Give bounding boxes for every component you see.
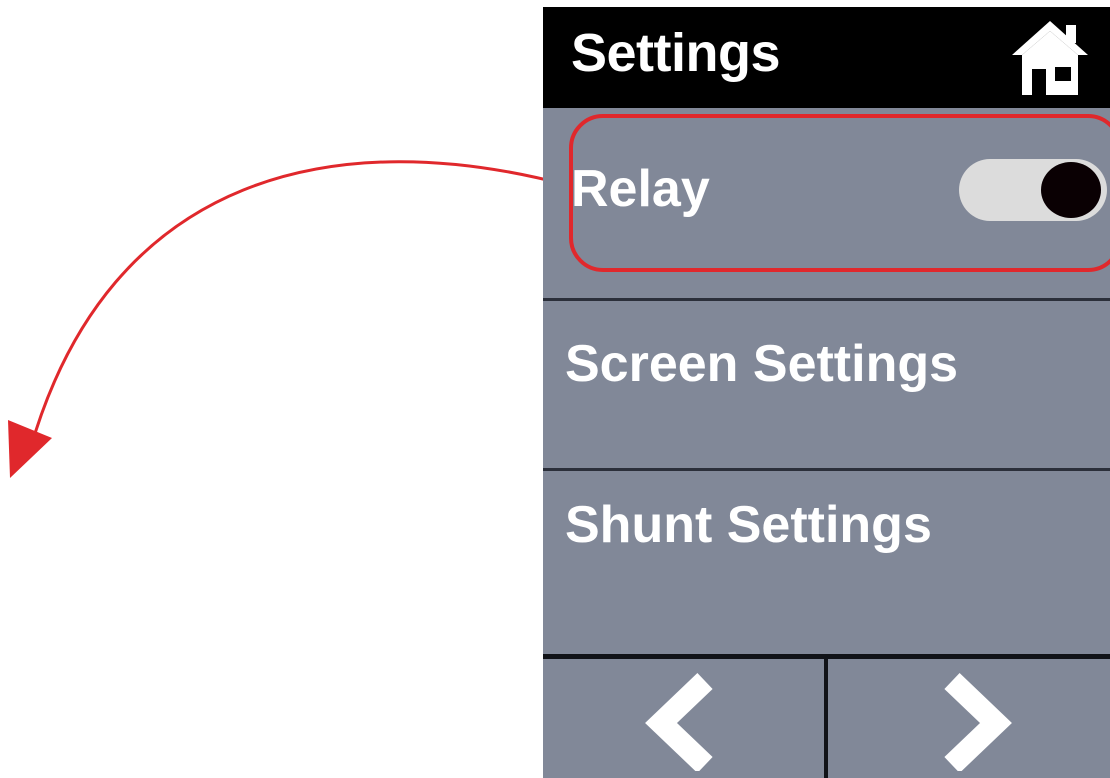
home-icon xyxy=(1012,21,1088,95)
toggle-knob xyxy=(1041,162,1101,218)
header-bar: Settings xyxy=(543,7,1110,108)
screen-settings-label: Screen Settings xyxy=(565,335,959,393)
figure-canvas: Settings Relay Screen Settings Shunt Set… xyxy=(0,0,1110,778)
menu-item-screen-settings[interactable]: Screen Settings xyxy=(543,301,1110,468)
chevron-left-icon xyxy=(645,673,713,771)
shunt-settings-label: Shunt Settings xyxy=(565,496,932,554)
relay-toggle[interactable] xyxy=(959,159,1107,221)
relay-label: Relay xyxy=(571,160,710,218)
nav-bar xyxy=(543,654,1110,778)
chevron-right-icon xyxy=(944,673,1012,771)
prev-button[interactable] xyxy=(543,659,824,778)
home-button[interactable] xyxy=(1008,17,1093,97)
arrowhead-icon xyxy=(8,420,52,478)
menu-item-relay[interactable]: Relay xyxy=(543,108,1110,298)
menu-item-shunt-settings[interactable]: Shunt Settings xyxy=(543,471,1110,654)
next-button[interactable] xyxy=(828,659,1110,778)
device-screen: Settings Relay Screen Settings Shunt Set… xyxy=(543,7,1110,778)
page-title: Settings xyxy=(571,23,781,83)
arrow-curve xyxy=(28,160,568,451)
